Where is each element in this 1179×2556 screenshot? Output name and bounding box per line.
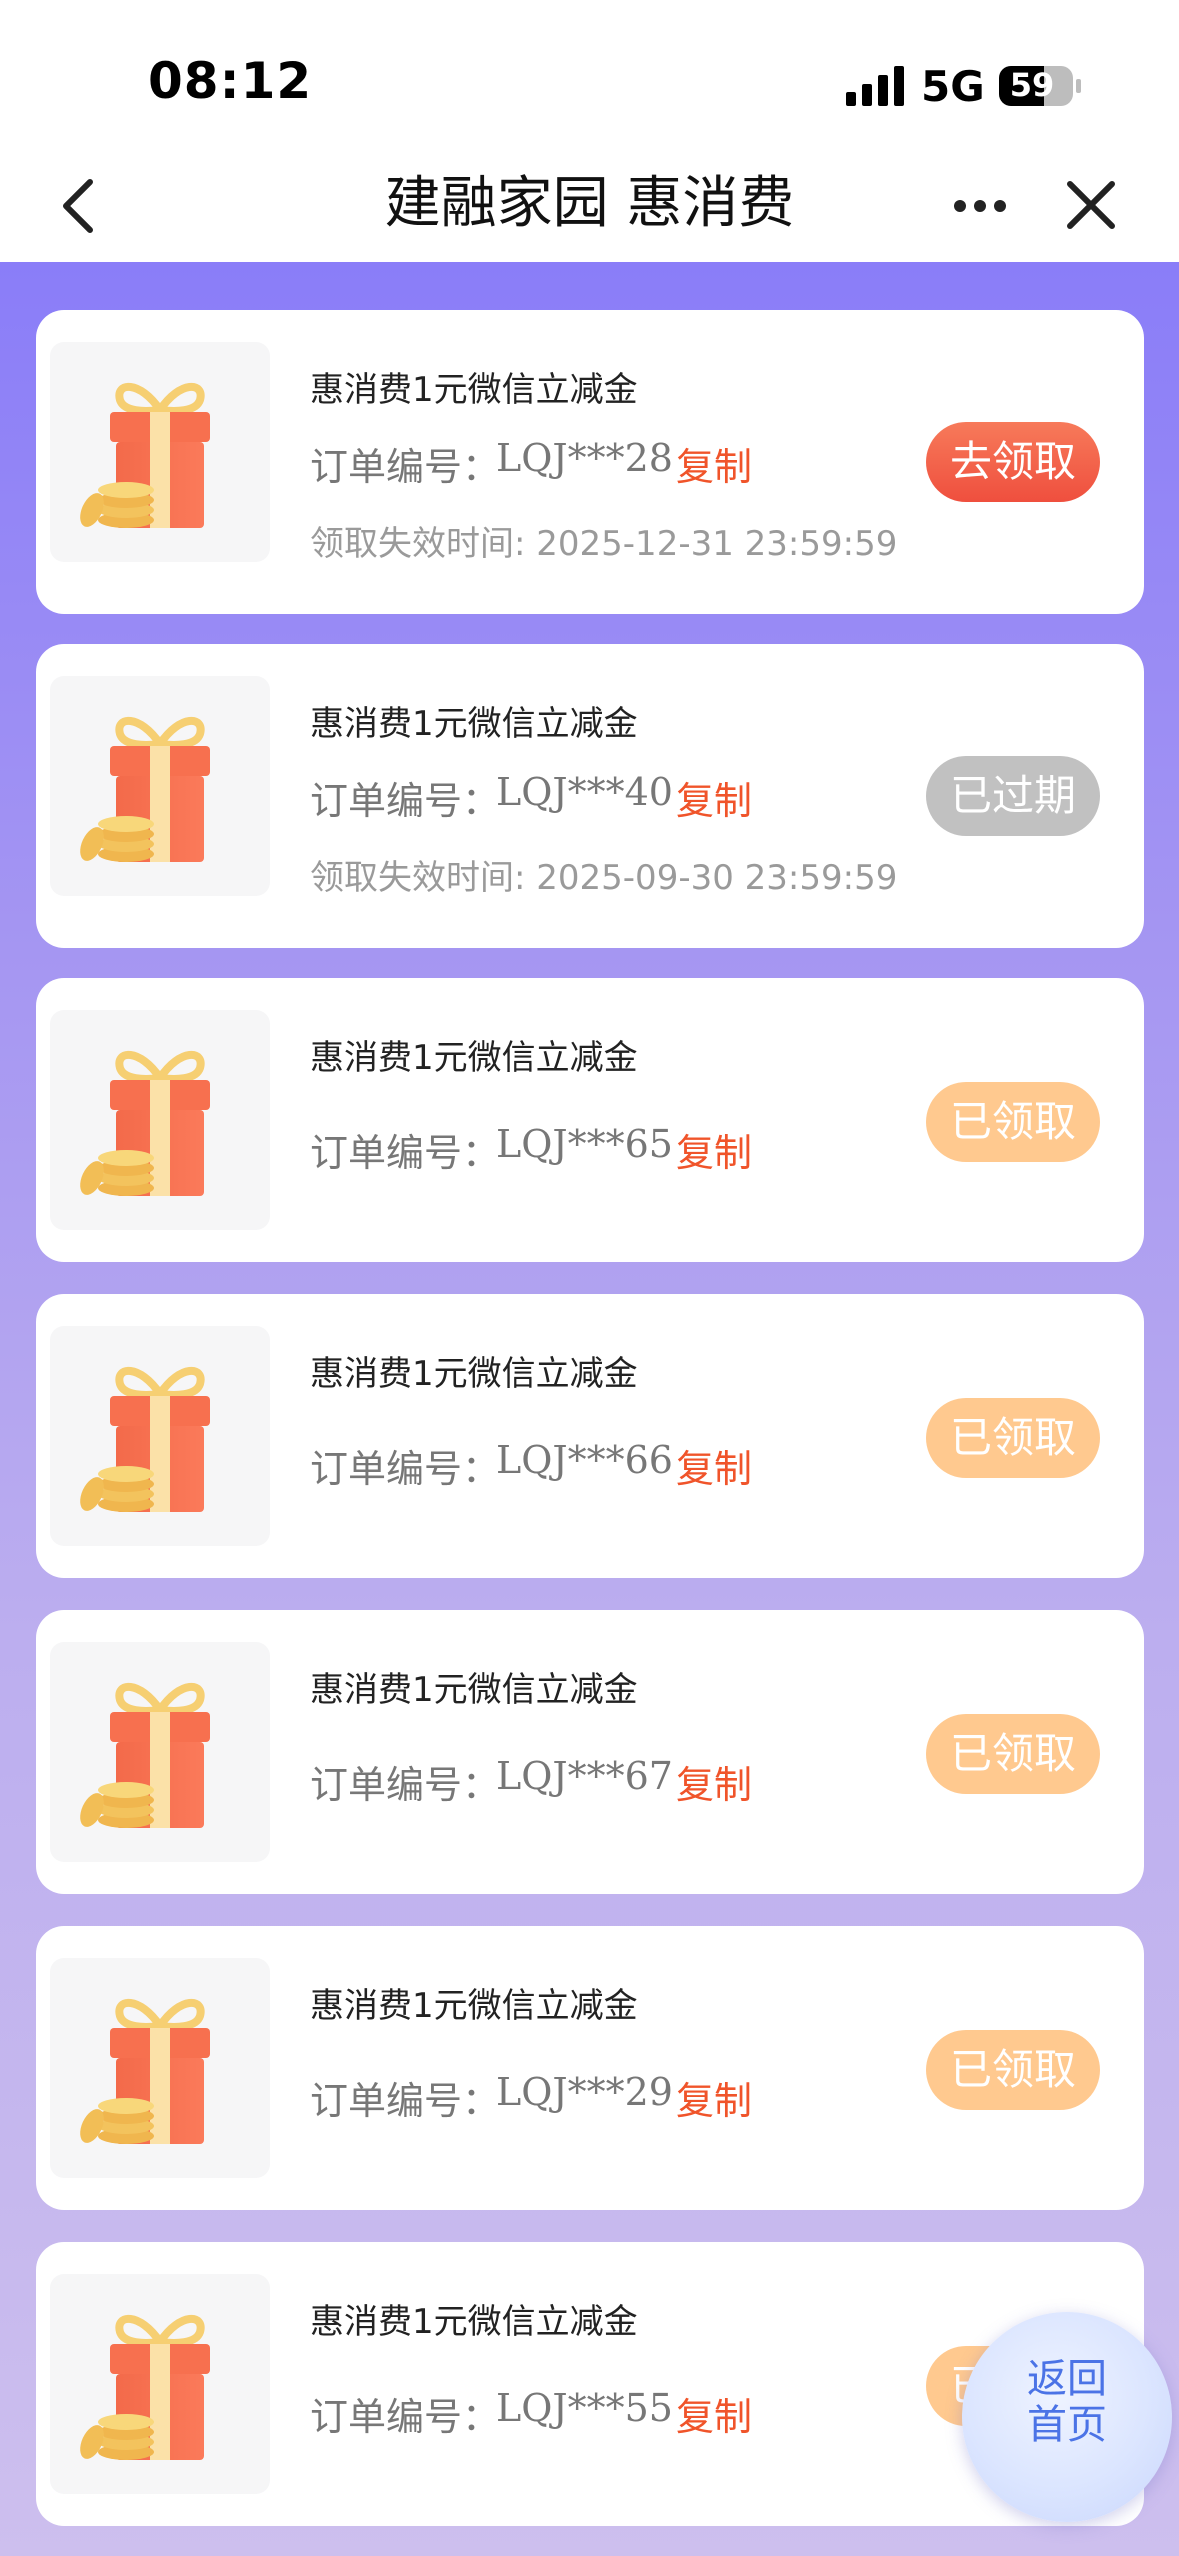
order-number-label: 订单编号：	[310, 779, 501, 823]
order-number: LQJ***29	[496, 2070, 673, 2114]
expire-time: 领取失效时间: 2025-12-31 23:59:59	[310, 524, 898, 564]
coupon-status-button[interactable]: 已领取	[926, 1714, 1100, 1794]
coupon-thumbnail	[50, 1010, 270, 1230]
order-number-label: 订单编号：	[310, 1763, 501, 1807]
copy-button[interactable]: 复制	[676, 436, 752, 491]
coupon-card: 惠消费1元微信立减金 订单编号： LQJ***40 复制 领取失效时间: 202…	[36, 644, 1144, 948]
coupon-title: 惠消费1元微信立减金	[310, 1038, 638, 1078]
gift-icon	[80, 716, 210, 862]
battery-level: 59	[1009, 66, 1055, 104]
order-number: LQJ***40	[496, 770, 673, 814]
gift-icon	[80, 1050, 210, 1196]
coupon-thumbnail	[50, 1326, 270, 1546]
status-time: 08:12	[148, 52, 313, 110]
close-icon[interactable]	[1062, 174, 1120, 236]
coupon-card: 惠消费1元微信立减金 订单编号： LQJ***67 复制 已领取	[36, 1610, 1144, 1894]
gift-icon	[80, 2314, 210, 2460]
network-label: 5G	[921, 62, 985, 111]
coupon-thumbnail	[50, 1642, 270, 1862]
order-number-label: 订单编号：	[310, 445, 501, 489]
order-number: LQJ***67	[496, 1754, 673, 1798]
gift-icon	[80, 382, 210, 528]
coupon-card: 惠消费1元微信立减金 订单编号： LQJ***66 复制 已领取	[36, 1294, 1144, 1578]
order-number: LQJ***55	[496, 2386, 673, 2430]
order-number: LQJ***65	[496, 1122, 673, 1166]
order-number-label: 订单编号：	[310, 1131, 501, 1175]
gift-icon	[80, 1366, 210, 1512]
gift-icon	[80, 1682, 210, 1828]
copy-button[interactable]: 复制	[676, 1122, 752, 1177]
order-number: LQJ***66	[496, 1438, 673, 1482]
copy-button[interactable]: 复制	[676, 1754, 752, 1809]
copy-button[interactable]: 复制	[676, 1438, 752, 1493]
coupon-card: 惠消费1元微信立减金 订单编号： LQJ***29 复制 已领取	[36, 1926, 1144, 2210]
home-float-button[interactable]: 返回 首页	[962, 2312, 1172, 2522]
nav-bar: 建融家园 惠消费	[0, 150, 1179, 262]
coupon-status-button[interactable]: 已过期	[926, 756, 1100, 836]
home-float-label: 返回 首页	[1027, 2356, 1107, 2448]
coupon-status-button[interactable]: 已领取	[926, 1082, 1100, 1162]
copy-button[interactable]: 复制	[676, 770, 752, 825]
coupon-title: 惠消费1元微信立减金	[310, 1670, 638, 1710]
coupon-title: 惠消费1元微信立减金	[310, 2302, 638, 2342]
copy-button[interactable]: 复制	[676, 2386, 752, 2441]
coupon-thumbnail	[50, 2274, 270, 2494]
status-bar: 08:12 5G 59	[0, 0, 1179, 150]
order-number-label: 订单编号：	[310, 1447, 501, 1491]
coupon-status-button[interactable]: 已领取	[926, 1398, 1100, 1478]
coupon-card: 惠消费1元微信立减金 订单编号： LQJ***28 复制 领取失效时间: 202…	[36, 310, 1144, 614]
coupon-title: 惠消费1元微信立减金	[310, 704, 638, 744]
coupon-thumbnail	[50, 676, 270, 896]
coupon-card: 惠消费1元微信立减金 订单编号： LQJ***65 复制 已领取	[36, 978, 1144, 1262]
coupon-thumbnail	[50, 342, 270, 562]
coupon-title: 惠消费1元微信立减金	[310, 370, 638, 410]
coupon-status-button[interactable]: 去领取	[926, 422, 1100, 502]
coupon-title: 惠消费1元微信立减金	[310, 1986, 638, 2026]
more-icon[interactable]	[952, 180, 1008, 232]
copy-button[interactable]: 复制	[676, 2070, 752, 2125]
expire-time: 领取失效时间: 2025-09-30 23:59:59	[310, 858, 898, 898]
order-number-label: 订单编号：	[310, 2079, 501, 2123]
coupon-thumbnail	[50, 1958, 270, 2178]
coupon-list: 惠消费1元微信立减金 订单编号： LQJ***28 复制 领取失效时间: 202…	[0, 262, 1179, 2556]
coupon-status-button[interactable]: 已领取	[926, 2030, 1100, 2110]
coupon-title: 惠消费1元微信立减金	[310, 1354, 638, 1394]
signal-icon	[846, 66, 904, 106]
gift-icon	[80, 1998, 210, 2144]
order-number: LQJ***28	[496, 436, 673, 480]
order-number-label: 订单编号：	[310, 2395, 501, 2439]
